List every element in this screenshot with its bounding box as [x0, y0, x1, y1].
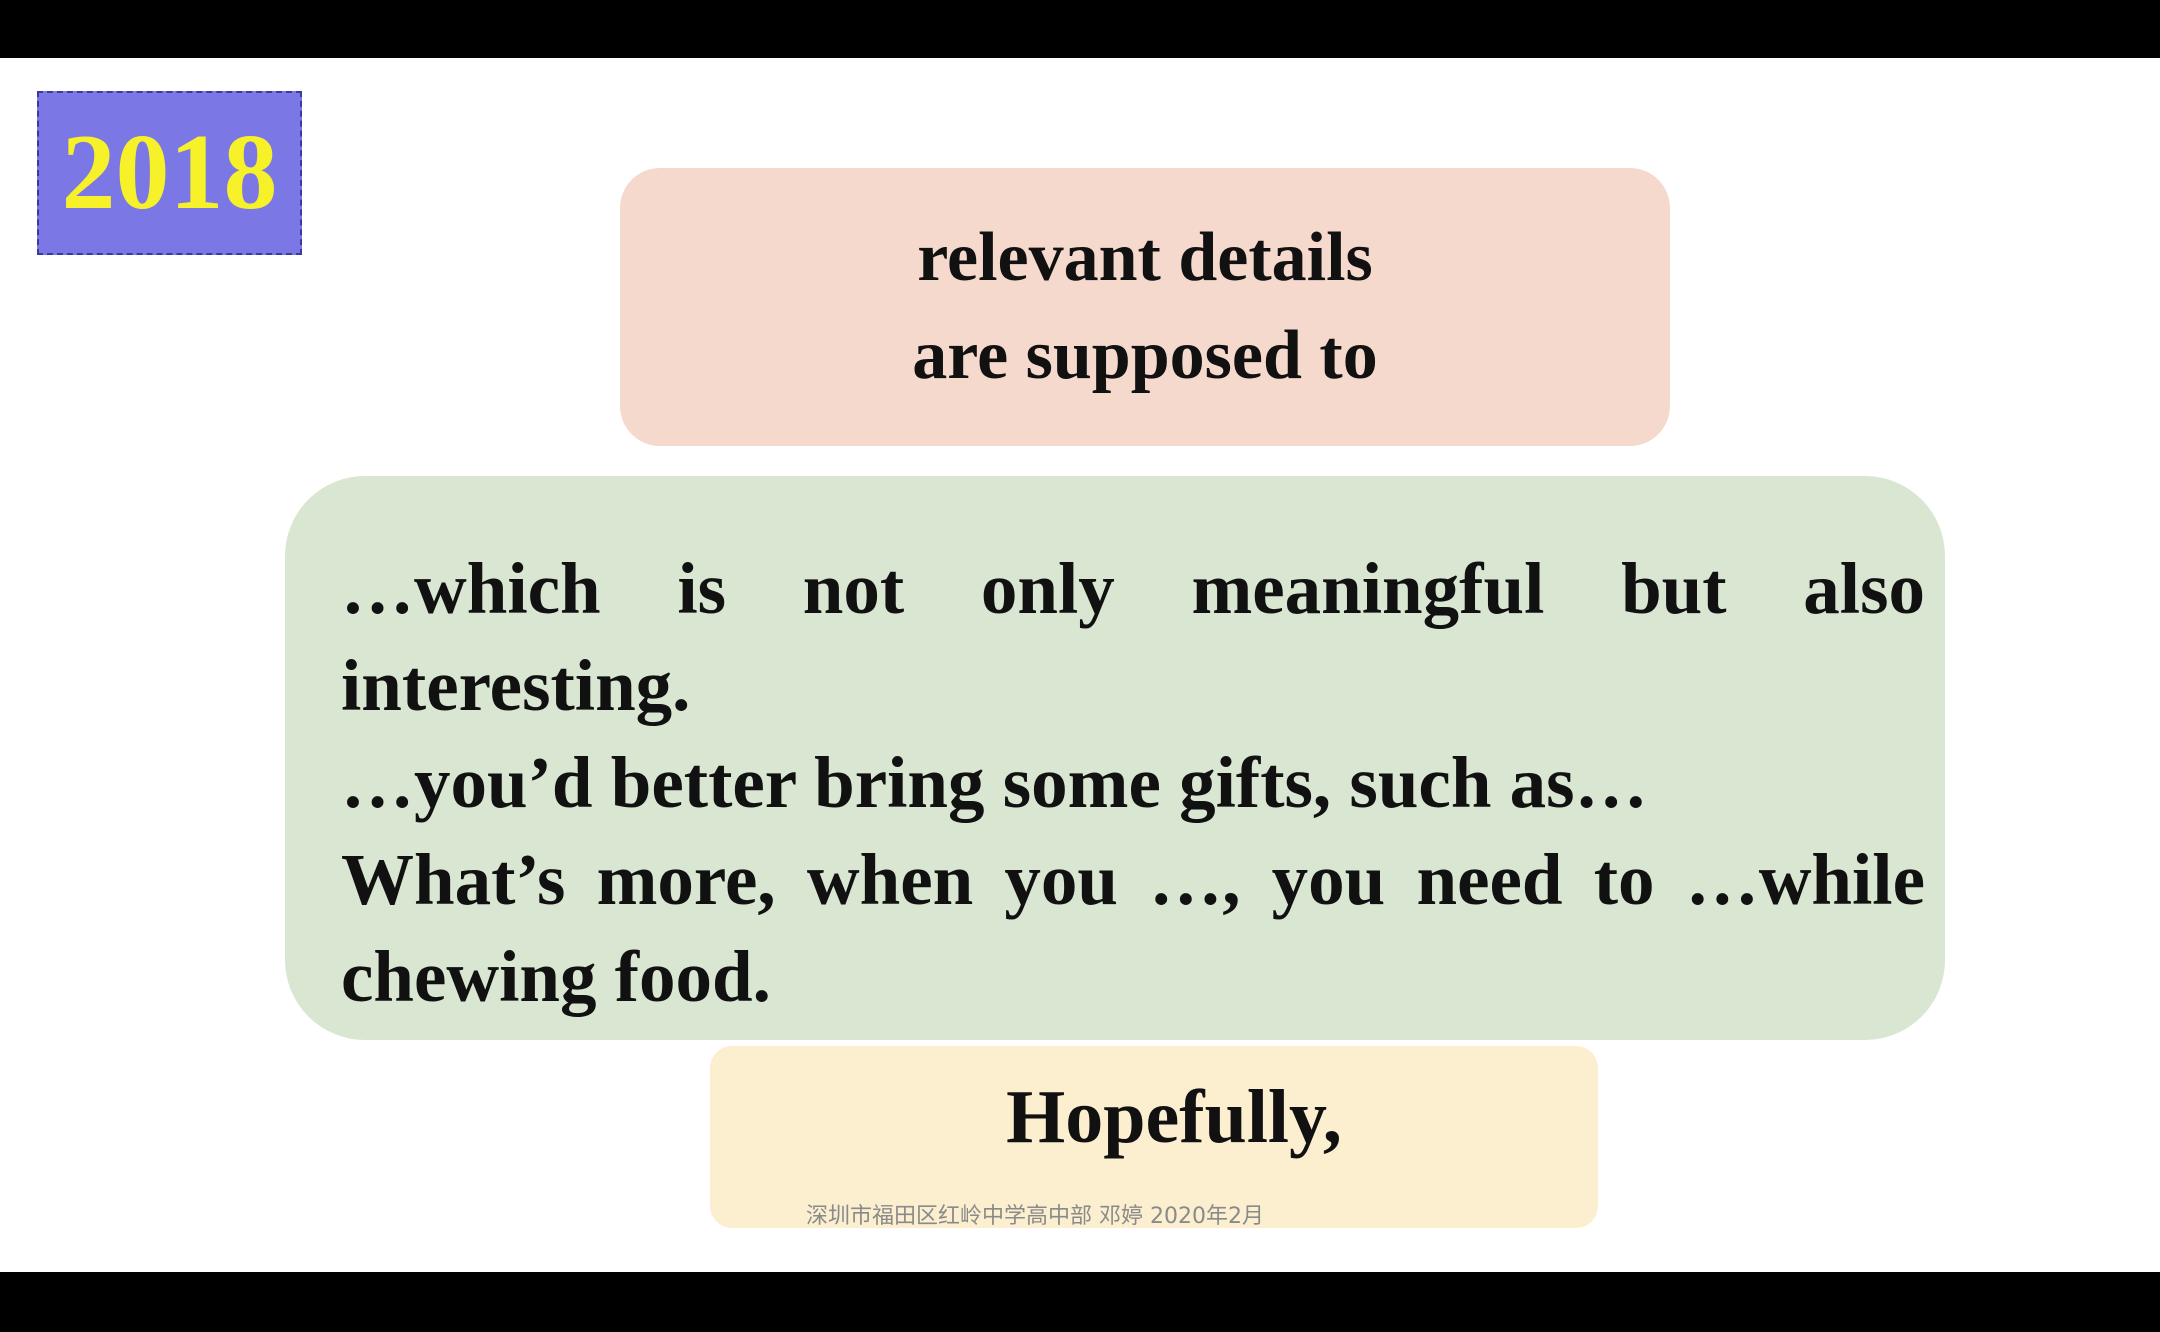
phrase-1: …which is not only meaningful but also i…	[341, 548, 1925, 726]
slide: 2018 relevant details are supposed to …w…	[0, 58, 2160, 1272]
letterbox-bottom	[0, 1272, 2160, 1332]
phrase-3: What’s more, when you …, you need to …wh…	[341, 839, 1925, 1017]
phrase-2: …you’d better bring some gifts, such as…	[341, 742, 1648, 823]
phrases-box: …which is not only meaningful but also i…	[285, 476, 1945, 1040]
prompt-line-1: relevant details	[917, 219, 1373, 296]
year-badge: 2018	[37, 91, 302, 255]
prompt-box-top: relevant details are supposed to	[620, 168, 1670, 446]
prompt-line-2: are supposed to	[912, 317, 1378, 394]
year-label: 2018	[61, 113, 278, 232]
closing-text: Hopefully,	[1006, 1075, 1342, 1159]
watermark: 深圳市福田区红岭中学高中部 邓婷 2020年2月	[806, 1204, 1264, 1229]
letterbox-top	[0, 0, 2160, 58]
